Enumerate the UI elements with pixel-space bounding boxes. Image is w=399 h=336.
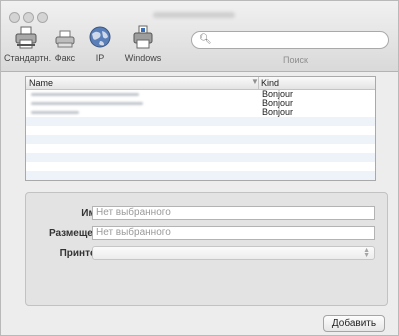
table-row[interactable]: Bonjour: [26, 89, 375, 99]
search-icon: 🔍︎: [199, 34, 212, 45]
empty-row: [26, 153, 375, 162]
close-window-button[interactable]: [9, 12, 20, 23]
printer-name-redacted: [31, 93, 139, 96]
printer-select[interactable]: ▲ ▼: [92, 246, 375, 260]
windows-printer-icon: [130, 25, 156, 54]
printer-details-panel: Имя: Нет выбранного Размещен.: Нет выбра…: [25, 192, 388, 306]
location-field[interactable]: Нет выбранного: [92, 226, 375, 240]
table-header: Name ▼ Kind: [26, 77, 375, 90]
add-printer-window: Стандартн. Факс IP Windows 🔍︎ Поиск Name…: [0, 0, 399, 336]
add-button[interactable]: Добавить: [323, 315, 385, 332]
printer-name-redacted: [31, 111, 79, 114]
empty-row: [26, 126, 375, 135]
column-divider: [258, 77, 259, 89]
empty-row: [26, 171, 375, 180]
empty-row: [26, 144, 375, 153]
empty-row: [26, 135, 375, 144]
titlebar-toolbar: Стандартн. Факс IP Windows 🔍︎ Поиск: [1, 1, 398, 72]
printer-list[interactable]: Name ▼ Kind Bonjour Bonjour Bonjour: [25, 76, 376, 181]
name-field[interactable]: Нет выбранного: [92, 206, 375, 220]
globe-icon: [87, 25, 113, 54]
column-header-name[interactable]: Name: [29, 78, 53, 88]
minimize-window-button[interactable]: [23, 12, 34, 23]
empty-row: [26, 162, 375, 171]
empty-row: [26, 117, 375, 126]
table-row[interactable]: Bonjour: [26, 98, 375, 108]
toolbar-windows-label: Windows: [124, 53, 162, 63]
window-title: [153, 12, 235, 18]
search-input[interactable]: 🔍︎: [191, 31, 389, 49]
printer-name-redacted: [31, 102, 143, 105]
chevron-updown-icon: ▲ ▼: [363, 247, 370, 259]
printer-default-icon: [13, 25, 39, 54]
fax-icon: [52, 25, 78, 54]
search-label: Поиск: [283, 55, 308, 65]
zoom-window-button[interactable]: [37, 12, 48, 23]
toolbar-ip-button[interactable]: IP: [78, 25, 122, 65]
toolbar-windows-button[interactable]: Windows: [121, 25, 165, 65]
toolbar-ip-label: IP: [95, 53, 105, 63]
column-header-kind[interactable]: Kind: [261, 78, 279, 88]
table-row[interactable]: Bonjour: [26, 107, 375, 117]
toolbar-default-label: Стандартн.: [4, 53, 52, 63]
toolbar-default-button[interactable]: Стандартн.: [4, 25, 52, 65]
printer-kind: Bonjour: [262, 107, 294, 117]
